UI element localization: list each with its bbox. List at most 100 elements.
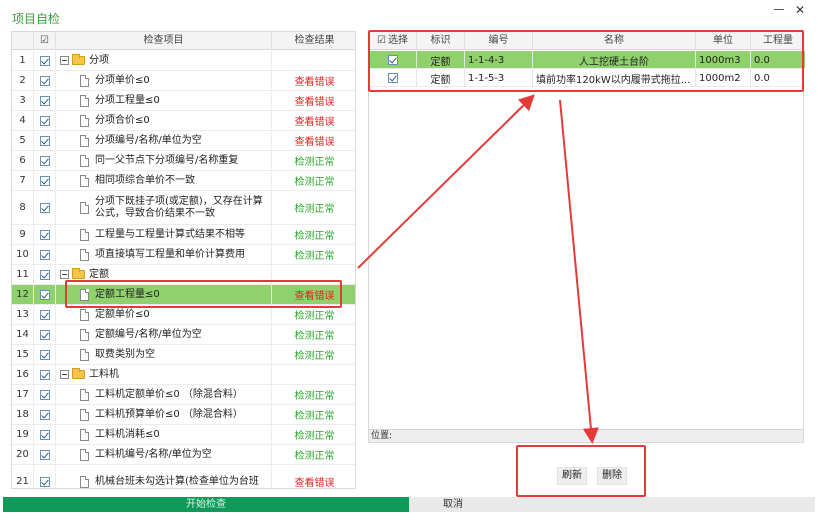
checkbox-checked-icon[interactable] <box>39 55 50 66</box>
row-checkbox[interactable] <box>34 465 56 488</box>
check-item-row[interactable]: 8 分项下既挂子项(或定额)，又存在计算公式，导致合价结果不一致 检测正常 <box>12 191 355 225</box>
checkbox-checked-icon[interactable] <box>39 429 50 440</box>
check-item-row[interactable]: 13 定额单价≤0 检测正常 <box>12 305 355 325</box>
close-icon[interactable]: ✕ <box>795 4 805 16</box>
check-item-row[interactable]: 2 分项单价≤0 查看错误 <box>12 71 355 91</box>
document-icon <box>80 475 89 488</box>
checkbox-checked-icon[interactable] <box>387 55 398 65</box>
row-checkbox[interactable] <box>34 131 56 150</box>
window-title: 项目自检 <box>12 12 61 26</box>
check-item-row[interactable]: 3 分项工程量≤0 查看错误 <box>12 91 355 111</box>
row-checkbox[interactable] <box>34 151 56 170</box>
checkbox-checked-icon[interactable] <box>39 249 50 260</box>
collapse-toggle-icon[interactable] <box>60 56 69 65</box>
check-item-row[interactable]: 5 分项编号/名称/单位为空 查看错误 <box>12 131 355 151</box>
refresh-button[interactable]: 刷新 <box>557 467 587 485</box>
check-item-row[interactable]: 19 工料机消耗≤0 检测正常 <box>12 425 355 445</box>
checkbox-checked-icon[interactable] <box>39 476 50 487</box>
check-result-error-link[interactable]: 查看错误 <box>272 131 355 150</box>
row-number: 5 <box>12 131 34 150</box>
checkbox-checked-icon[interactable] <box>387 73 398 83</box>
minimize-icon[interactable] <box>774 0 784 10</box>
check-item-row[interactable]: 18 工料机预算单价≤0 （除混合料） 检测正常 <box>12 405 355 425</box>
cancel-button[interactable]: 取消 <box>433 497 473 512</box>
check-item-cell: 相同项综合单价不一致 <box>56 171 272 190</box>
checkbox-checked-icon[interactable] <box>39 135 50 146</box>
tree-group-row[interactable]: 11 定额 <box>12 265 355 285</box>
check-item-row[interactable]: 4 分项合价≤0 查看错误 <box>12 111 355 131</box>
checkbox-checked-icon[interactable] <box>39 202 50 213</box>
delete-button[interactable]: 删除 <box>597 467 627 485</box>
check-result-error-link[interactable]: 查看错误 <box>272 285 355 304</box>
checkbox-checked-icon[interactable] <box>39 269 50 280</box>
header-select-checkbox[interactable]: ☑ <box>377 32 386 50</box>
start-check-button[interactable]: 开始检查 <box>3 497 409 512</box>
document-icon <box>80 328 89 341</box>
row-checkbox[interactable] <box>34 191 56 224</box>
result-detail-row[interactable]: 定额 1-1-4-3 人工挖硬土台阶 1000m3 0.0 <box>369 51 805 69</box>
row-checkbox[interactable] <box>34 305 56 324</box>
checkbox-checked-icon[interactable] <box>39 349 50 360</box>
check-result-ok-text: 检测正常 <box>294 157 335 168</box>
row-select-checkbox[interactable] <box>369 51 417 69</box>
check-item-row[interactable]: 6 同一父节点下分项编号/名称重复 检测正常 <box>12 151 355 171</box>
row-checkbox[interactable] <box>34 325 56 344</box>
document-icon <box>80 228 89 241</box>
header-check-all[interactable]: ☑ <box>34 32 56 50</box>
checkbox-checked-icon[interactable] <box>39 309 50 320</box>
row-checkbox[interactable] <box>34 345 56 364</box>
check-result-error-link[interactable]: 查看错误 <box>272 91 355 110</box>
check-item-row[interactable]: 14 定额编号/名称/单位为空 检测正常 <box>12 325 355 345</box>
collapse-toggle-icon[interactable] <box>60 370 69 379</box>
row-checkbox[interactable] <box>34 91 56 110</box>
collapse-toggle-icon[interactable] <box>60 270 69 279</box>
row-select-checkbox[interactable] <box>369 69 417 87</box>
checkbox-checked-icon[interactable] <box>39 409 50 420</box>
check-item-row[interactable]: 10 项直接填写工程量和单价计算费用 检测正常 <box>12 245 355 265</box>
check-item-row[interactable]: 12 定额工程量≤0 查看错误 <box>12 285 355 305</box>
checkbox-checked-icon[interactable] <box>39 115 50 126</box>
checkbox-checked-icon[interactable] <box>39 449 50 460</box>
checkbox-checked-icon[interactable] <box>39 329 50 340</box>
row-checkbox[interactable] <box>34 51 56 70</box>
check-item-row[interactable]: 21 机械台班未勾选计算(检查单位为台班 查看错误 <box>12 465 355 488</box>
tree-group-row[interactable]: 1 分项 <box>12 51 355 71</box>
row-checkbox[interactable] <box>34 425 56 444</box>
check-result-ok-text: 检测正常 <box>294 331 335 342</box>
checkbox-checked-icon[interactable] <box>39 389 50 400</box>
row-checkbox[interactable] <box>34 111 56 130</box>
checkbox-checked-icon[interactable] <box>39 369 50 380</box>
row-checkbox[interactable] <box>34 385 56 404</box>
tree-group-row[interactable]: 16 工料机 <box>12 365 355 385</box>
check-item-row[interactable]: 15 取费类别为空 检测正常 <box>12 345 355 365</box>
row-checkbox[interactable] <box>34 445 56 464</box>
row-checkbox[interactable] <box>34 285 56 304</box>
check-item-row[interactable]: 9 工程量与工程量计算式结果不相等 检测正常 <box>12 225 355 245</box>
check-result-error-link[interactable]: 查看错误 <box>272 465 355 488</box>
checkbox-checked-icon[interactable] <box>39 175 50 186</box>
row-number: 18 <box>12 405 34 424</box>
row-checkbox[interactable] <box>34 265 56 284</box>
title-bar: 项目自检 ✕ <box>0 0 818 30</box>
check-items-grid: ☑ 检查项目 检查结果 1 分项 2 分项单价≤0 查看错误 3 分项工程量≤0 查看错误 4 分… <box>11 31 356 489</box>
row-checkbox[interactable] <box>34 225 56 244</box>
check-item-row[interactable]: 17 工料机定额单价≤0 （除混合料） 检测正常 <box>12 385 355 405</box>
header-select[interactable]: ☑ 选择 <box>369 32 417 50</box>
check-item-row[interactable]: 20 工料机编号/名称/单位为空 检测正常 <box>12 445 355 465</box>
row-checkbox[interactable] <box>34 171 56 190</box>
row-number: 2 <box>12 71 34 90</box>
row-checkbox[interactable] <box>34 405 56 424</box>
check-item-row[interactable]: 7 相同项综合单价不一致 检测正常 <box>12 171 355 191</box>
checkbox-checked-icon[interactable] <box>39 289 50 300</box>
checkbox-checked-icon[interactable] <box>39 155 50 166</box>
result-detail-row[interactable]: 定额 1-1-5-3 填前功率120kW以内履带式拖拉... 1000m2 0.0 <box>369 69 805 87</box>
checkbox-checked-icon[interactable] <box>39 229 50 240</box>
check-item-cell: 工程量与工程量计算式结果不相等 <box>56 225 272 244</box>
row-checkbox[interactable] <box>34 71 56 90</box>
row-checkbox[interactable] <box>34 245 56 264</box>
row-checkbox[interactable] <box>34 365 56 384</box>
check-result-error-link[interactable]: 查看错误 <box>272 111 355 130</box>
checkbox-checked-icon[interactable] <box>39 75 50 86</box>
check-result-error-link[interactable]: 查看错误 <box>272 71 355 90</box>
checkbox-checked-icon[interactable] <box>39 95 50 106</box>
